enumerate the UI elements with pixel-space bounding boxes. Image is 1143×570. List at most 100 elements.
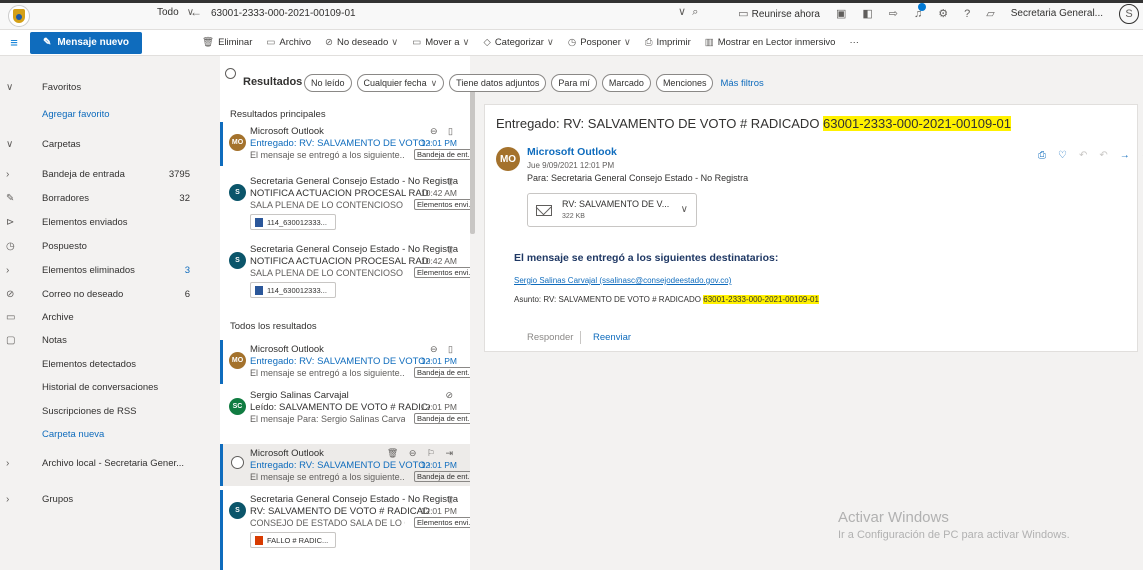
- item-action-icons[interactable]: ⊘: [445, 390, 457, 401]
- attachment-chip[interactable]: 114_630012333...: [250, 214, 336, 230]
- like-icon[interactable]: ♡: [1058, 150, 1067, 161]
- favorites-header[interactable]: ∨ Favoritos: [0, 76, 216, 98]
- filter-chip[interactable]: Cualquier fecha ∨: [356, 74, 445, 92]
- folder-item[interactable]: ▢ Notas: [0, 329, 216, 351]
- folder-count: 3795: [168, 168, 190, 180]
- chevron-down-icon[interactable]: ∨: [678, 6, 686, 18]
- meet-now-button[interactable]: ▭ Reunirse ahora: [738, 7, 820, 20]
- search-icon[interactable]: ⌕: [692, 6, 698, 18]
- command-6[interactable]: ⎙ Imprimir: [645, 37, 691, 48]
- groups-header[interactable]: › Grupos: [0, 488, 216, 510]
- filter-chip[interactable]: No leído: [304, 74, 352, 92]
- forward-icon[interactable]: →: [1120, 150, 1130, 161]
- attachment-chip[interactable]: 114_630012333...: [250, 282, 336, 298]
- forward-button[interactable]: Reenviar: [593, 332, 631, 343]
- item-action-icons[interactable]: ⊖ ▯: [430, 344, 457, 355]
- reply-button[interactable]: Responder: [527, 332, 573, 343]
- item-action-icons[interactable]: 🗑 ⊖ ⚐ ⇥: [387, 448, 457, 459]
- teams-icon[interactable]: ◧: [862, 7, 872, 20]
- folder-item[interactable]: › Elementos eliminados 3: [0, 259, 216, 281]
- message-item[interactable]: SC Sergio Salinas Carvajal ⊘ Leído: SALVAME…: [220, 386, 474, 436]
- filter-chip[interactable]: Menciones: [655, 74, 714, 92]
- item-action-icons[interactable]: ▯: [448, 244, 457, 255]
- folder-item[interactable]: ▭ Archive: [0, 306, 216, 328]
- notifications-icon[interactable]: ♫: [914, 2, 927, 20]
- command-0[interactable]: 🗑 Eliminar: [202, 37, 252, 48]
- message-list-scrollbar[interactable]: [470, 56, 475, 570]
- command-4[interactable]: ◇ Categorizar ∨: [484, 37, 554, 48]
- print-icon: ⎙: [644, 37, 653, 48]
- command-7[interactable]: ▥ Mostrar en Lector inmersivo: [705, 37, 836, 48]
- sender-name[interactable]: Microsoft Outlook: [527, 146, 617, 158]
- filter-chip[interactable]: Marcado: [601, 74, 651, 92]
- new-message-button[interactable]: ✎ Mensaje nuevo: [30, 31, 142, 54]
- subject-text: Entregado: RV: SALVAMENTO DE VOTO # R...: [250, 138, 430, 149]
- account-name[interactable]: Secretaria General...: [1011, 8, 1103, 19]
- reply-all-icon[interactable]: ↶: [1099, 150, 1107, 161]
- help-icon[interactable]: ?: [964, 8, 970, 20]
- folder-item[interactable]: ◷ Pospuesto: [0, 235, 216, 257]
- command-8[interactable]: ···: [849, 37, 859, 48]
- calendar-icon[interactable]: ▣: [836, 7, 846, 20]
- local-archive-folder[interactable]: › Archivo local - Secretaria Gener...: [0, 452, 216, 474]
- command-1[interactable]: ▭ Archivo: [266, 37, 311, 48]
- select-radio[interactable]: [231, 456, 244, 469]
- folder-name: Elementos eliminados: [42, 264, 135, 276]
- message-item[interactable]: Microsoft Outlook 🗑 ⊖ ⚐ ⇥ Entregado: RV: S…: [220, 444, 474, 486]
- add-favorite-link[interactable]: Agregar favorito: [0, 103, 216, 125]
- command-2[interactable]: ⊘ No deseado ∨: [325, 37, 398, 48]
- folder-item[interactable]: ⊘ Correo no deseado 6: [0, 283, 216, 305]
- attachment-card[interactable]: RV: SALVAMENTO DE V... 322 KB ∨: [527, 193, 697, 227]
- attachment-chip[interactable]: FALLO # RADIC...: [250, 532, 336, 548]
- message-item[interactable]: MO Microsoft Outlook ⊖ ▯ Entregado: RV: SAL…: [220, 340, 474, 384]
- pencil-icon: ✎: [6, 192, 15, 204]
- subject-text: NOTIFICA ACTUACION PROCESAL RAD 2021...: [250, 256, 430, 267]
- folder-item[interactable]: Suscripciones de RSS: [0, 400, 216, 422]
- account-avatar[interactable]: S: [1119, 3, 1139, 24]
- item-action-icons[interactable]: ▯: [448, 176, 457, 187]
- more-filters-link[interactable]: Más filtros: [720, 78, 763, 89]
- sender-avatar[interactable]: MO: [496, 147, 520, 171]
- message-preview: El mensaje se entregó a los siguiente...: [250, 368, 405, 378]
- sender-avatar: S: [229, 184, 246, 201]
- reply-icon[interactable]: ↶: [1079, 150, 1087, 161]
- item-action-icons[interactable]: ▯: [448, 494, 457, 505]
- filter-chip[interactable]: Para mí: [551, 74, 597, 92]
- back-arrow-icon[interactable]: ←: [190, 5, 202, 19]
- folders-header[interactable]: ∨ Carpetas: [0, 133, 216, 155]
- select-all-checkbox[interactable]: [225, 68, 236, 79]
- item-action-icons[interactable]: ⊖ ▯: [430, 126, 457, 137]
- command-label: Eliminar: [218, 37, 253, 48]
- message-item[interactable]: S Secretaria General Consejo Estado - No …: [220, 490, 474, 570]
- search-scope-dropdown[interactable]: Todo ∨: [157, 7, 194, 18]
- folder-item[interactable]: Historial de conversaciones: [0, 376, 216, 398]
- message-subject: Entregado: RV: SALVAMENTO DE VOTO # R...: [250, 138, 430, 149]
- folder-item[interactable]: › Bandeja de entrada 3795: [0, 163, 216, 185]
- folder-count: 3: [184, 264, 190, 276]
- folder-item[interactable]: ⊳ Elementos enviados: [0, 211, 216, 233]
- command-3[interactable]: ▭ Mover a ∨: [412, 37, 469, 48]
- filter-label: Para mí: [558, 78, 590, 88]
- print-icon[interactable]: ⎙: [1038, 150, 1046, 161]
- folder-item[interactable]: Carpeta nueva: [0, 423, 216, 445]
- sender-avatar: S: [229, 252, 246, 269]
- command-5[interactable]: ◷ Posponer ∨: [568, 37, 631, 48]
- sender-name: Microsoft Outlook: [250, 126, 324, 137]
- message-time: 12:01 PM: [420, 356, 457, 366]
- message-item[interactable]: S Secretaria General Consejo Estado - No …: [220, 172, 474, 240]
- message-item[interactable]: MO Microsoft Outlook ⊖ ▯ Entregado: RV: SAL…: [220, 122, 474, 166]
- archive-icon: ▭: [266, 37, 276, 48]
- search-input[interactable]: 63001-2333-000-2021-00109-01: [211, 8, 356, 19]
- share-icon[interactable]: ⇨: [889, 7, 898, 20]
- filter-chip[interactable]: Tiene datos adjuntos: [449, 74, 547, 92]
- message-item[interactable]: S Secretaria General Consejo Estado - No …: [220, 240, 474, 308]
- hamburger-menu-icon[interactable]: ≡: [0, 35, 28, 50]
- feedback-icon[interactable]: ▱: [986, 7, 994, 20]
- message-preview: El mensaje se entregó a los siguiente...: [250, 472, 405, 482]
- recipient-link[interactable]: Sergio Salinas Carvajal (ssalinasc@conse…: [514, 276, 731, 285]
- folder-item[interactable]: ✎ Borradores 32: [0, 187, 216, 209]
- chevron-down-icon[interactable]: ∨: [681, 204, 688, 215]
- folder-item[interactable]: Elementos detectados: [0, 353, 216, 375]
- settings-gear-icon[interactable]: ⚙: [938, 7, 948, 20]
- command-list: 🗑 Eliminar ▭ Archivo ⊘ No deseado ∨ ▭ Mover a ∨ ◇ C…: [202, 37, 859, 48]
